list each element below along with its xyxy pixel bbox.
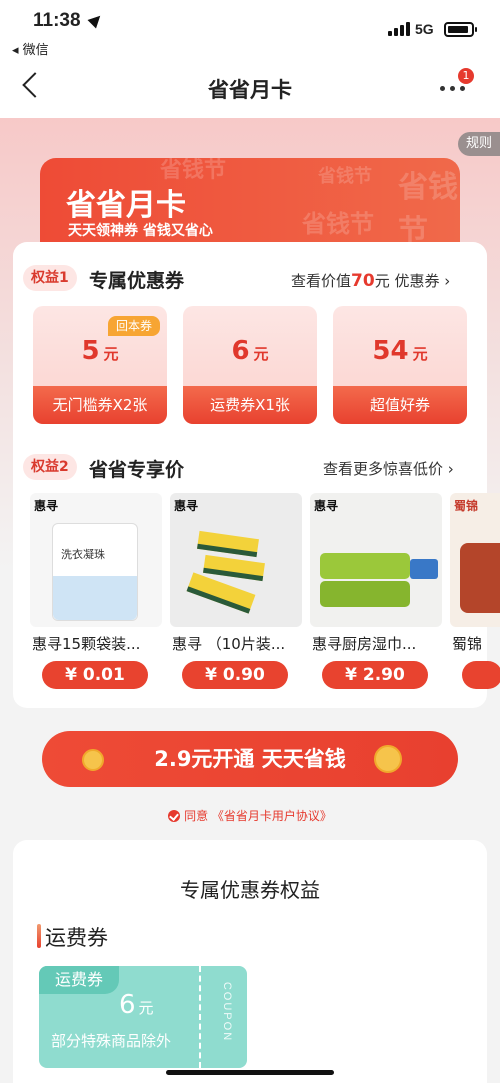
payback-badge: 回本券 [108,316,160,336]
hero-watermark: 省钱节 [302,210,374,238]
hero-title: 省省月卡 [66,188,186,223]
coupon-value: 6元 [231,336,269,366]
coupon-desc: 超值好券 [333,386,467,424]
product-item[interactable]: 惠寻 惠寻 （10片装... ¥ 0.90 [170,493,302,693]
benefit-details-title: 专属优惠券权益 [180,878,320,902]
coin-icon [374,745,402,773]
product-name: 惠寻 （10片装... [172,635,286,653]
benefit2-title: 省省专享价 [89,459,185,481]
coupon-card[interactable]: 54 元 超值好券 [333,306,467,424]
page-title: 省省月卡 [208,78,292,102]
product-name: 惠寻15颗袋装... [32,635,141,653]
product-price[interactable]: ¥ 0.90 [182,661,288,689]
network-type: 5G [415,21,434,37]
product-list: 惠寻 洗衣凝珠 惠寻15颗袋装... ¥ 0.01 惠寻 惠寻 （10片装...… [30,493,500,693]
coupon-value: 5元 [81,336,119,366]
wipes-pack [320,581,410,607]
blue-item [410,559,438,579]
product-name: 惠寻厨房湿巾... [312,635,417,653]
product-name: 蜀锦 [452,635,483,653]
battery-icon [444,22,477,37]
product-image: 惠寻 洗衣凝珠 [30,493,162,627]
checked-icon[interactable] [168,810,181,822]
coupon-desc: 无门槛券X2张 [33,386,167,424]
package-label: 洗衣凝珠 [61,548,105,561]
agreement-row[interactable]: 同意 《省省月卡用户协议》 [0,807,500,824]
brand-logo: 惠寻 [34,499,59,513]
benefit-details: 专属优惠券权益 运费券 运费券 6元 部分特殊商品除外 COUPON [13,840,487,1083]
product-item[interactable]: 惠寻 洗衣凝珠 惠寻15颗袋装... ¥ 0.01 [30,493,162,693]
product-image: 惠寻 [170,493,302,627]
location-arrow-icon [87,11,105,29]
product-price[interactable]: ¥ 2.90 [322,661,428,689]
nav-bar: 省省月卡 1 [0,60,500,118]
more-options-icon[interactable] [440,86,465,91]
product-image: 惠寻 [310,493,442,627]
wipes-pack [320,553,410,579]
agreement-text[interactable]: 同意 《省省月卡用户协议》 [184,809,332,823]
back-to-app-link[interactable]: ◂ 微信 [12,39,49,58]
hero-subtitle: 天天领神券 省钱又省心 [68,223,213,239]
benefit1-tag: 权益1 [23,265,77,291]
open-button-label: 2.9元开通 天天省钱 [154,747,346,771]
brand-logo: 惠寻 [174,499,199,513]
section-marker [37,924,41,948]
coupon-value: 54 元 [372,336,428,366]
hero-watermark: 省钱节 [318,166,372,187]
benefit1-title: 专属优惠券 [89,270,185,292]
hero-watermark: 省钱节 [398,170,458,249]
product-item[interactable]: 惠寻 惠寻厨房湿巾... ¥ 2.90 [310,493,442,693]
benefit2-tag: 权益2 [23,454,77,480]
product-price[interactable]: ¥ 0.01 [42,661,148,689]
coupon-desc: 运费券X1张 [183,386,317,424]
coin-icon [82,749,104,771]
product-item[interactable]: 蜀锦 蜀锦 [450,493,500,693]
product-image: 蜀锦 [450,493,500,627]
status-time: 11:38 [33,10,81,31]
freight-coupon[interactable]: 运费券 6元 部分特殊商品除外 COUPON [39,966,247,1068]
status-bar: 11:38 ◂ 微信 5G [0,0,500,60]
freight-note: 部分特殊商品除外 [51,1032,172,1050]
sponge-shape [203,554,265,582]
sponge-shape [197,530,259,558]
brand-logo: 惠寻 [314,499,339,513]
view-coupons-link[interactable]: 查看价值70元 优惠券 › [291,270,450,291]
product-price[interactable] [462,661,500,689]
package-color-block [53,576,137,620]
jerky-image [460,543,500,613]
package-shape: 洗衣凝珠 [52,523,138,621]
freight-section-title: 运费券 [45,926,108,950]
freight-tag: 运费券 [39,966,119,994]
rules-button[interactable]: 规则 [458,132,500,156]
signal-icon [388,22,410,36]
freight-value: 6元 [119,990,154,1020]
view-more-deals-link[interactable]: 查看更多惊喜低价 › [323,458,454,479]
home-indicator [166,1070,334,1075]
coupon-card[interactable]: 6元 运费券X1张 [183,306,317,424]
notification-badge: 1 [458,68,474,84]
brand-logo: 蜀锦 [454,499,479,513]
coupon-stub-text: COUPON [221,981,234,1043]
